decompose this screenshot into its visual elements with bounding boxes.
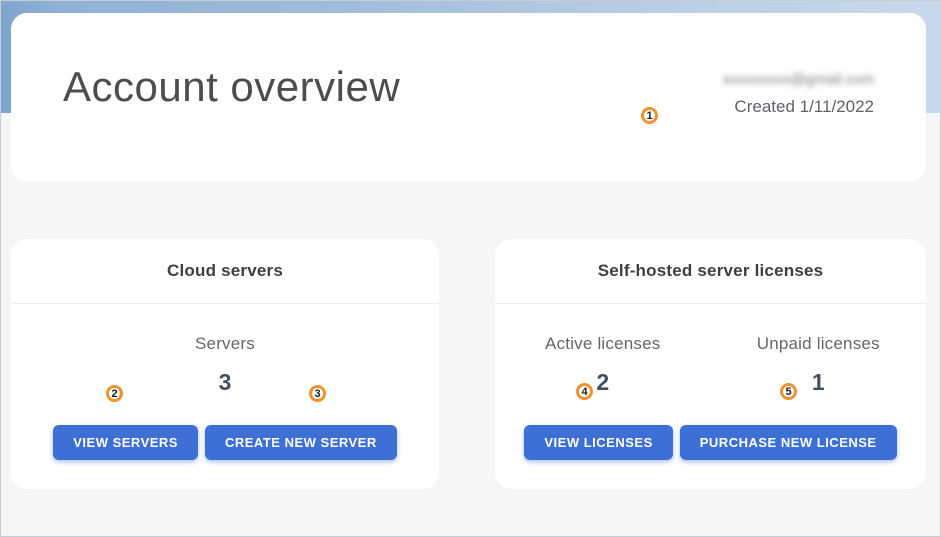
account-meta: xxxxxxxxx@gmail.com Created 1/11/2022 <box>723 71 874 117</box>
page-title: Account overview <box>63 63 400 111</box>
annotation-marker-1: 1 <box>641 107 658 124</box>
servers-stat-label: Servers <box>11 334 439 354</box>
cloud-servers-card-header: Cloud servers <box>11 239 439 304</box>
account-created-date: Created 1/11/2022 <box>723 97 874 117</box>
self-hosted-licenses-card: Self-hosted server licenses Active licen… <box>495 239 926 489</box>
self-hosted-licenses-card-header: Self-hosted server licenses <box>495 239 926 304</box>
annotation-marker-5: 5 <box>780 383 797 400</box>
servers-stat: Servers 3 <box>11 334 439 396</box>
annotation-marker-3: 3 <box>309 385 326 402</box>
cloud-servers-actions: VIEW SERVERS CREATE NEW SERVER <box>11 425 439 460</box>
self-hosted-licenses-card-title: Self-hosted server licenses <box>598 261 824 281</box>
view-licenses-button[interactable]: VIEW LICENSES <box>524 425 672 460</box>
servers-stat-value: 3 <box>11 369 439 396</box>
account-overview-header-card: Account overview xxxxxxxxx@gmail.com Cre… <box>11 13 926 181</box>
cloud-servers-card: Cloud servers Servers 3 VIEW SERVERS CRE… <box>11 239 439 489</box>
licenses-stats: Active licenses 2 Unpaid licenses 1 <box>495 334 926 396</box>
unpaid-licenses-label: Unpaid licenses <box>711 334 927 354</box>
annotation-marker-2: 2 <box>106 385 123 402</box>
cloud-servers-card-title: Cloud servers <box>167 261 283 281</box>
view-servers-button[interactable]: VIEW SERVERS <box>53 425 198 460</box>
create-new-server-button[interactable]: CREATE NEW SERVER <box>205 425 397 460</box>
unpaid-licenses-stat: Unpaid licenses 1 <box>711 334 927 396</box>
unpaid-licenses-value: 1 <box>711 369 927 396</box>
user-email-redacted: xxxxxxxxx@gmail.com <box>723 71 874 88</box>
active-licenses-label: Active licenses <box>495 334 711 354</box>
active-licenses-stat: Active licenses 2 <box>495 334 711 396</box>
purchase-new-license-button[interactable]: PURCHASE NEW LICENSE <box>680 425 897 460</box>
licenses-actions: VIEW LICENSES PURCHASE NEW LICENSE <box>495 425 926 460</box>
annotation-marker-4: 4 <box>576 383 593 400</box>
active-licenses-value: 2 <box>495 369 711 396</box>
cloud-servers-stats: Servers 3 <box>11 334 439 396</box>
